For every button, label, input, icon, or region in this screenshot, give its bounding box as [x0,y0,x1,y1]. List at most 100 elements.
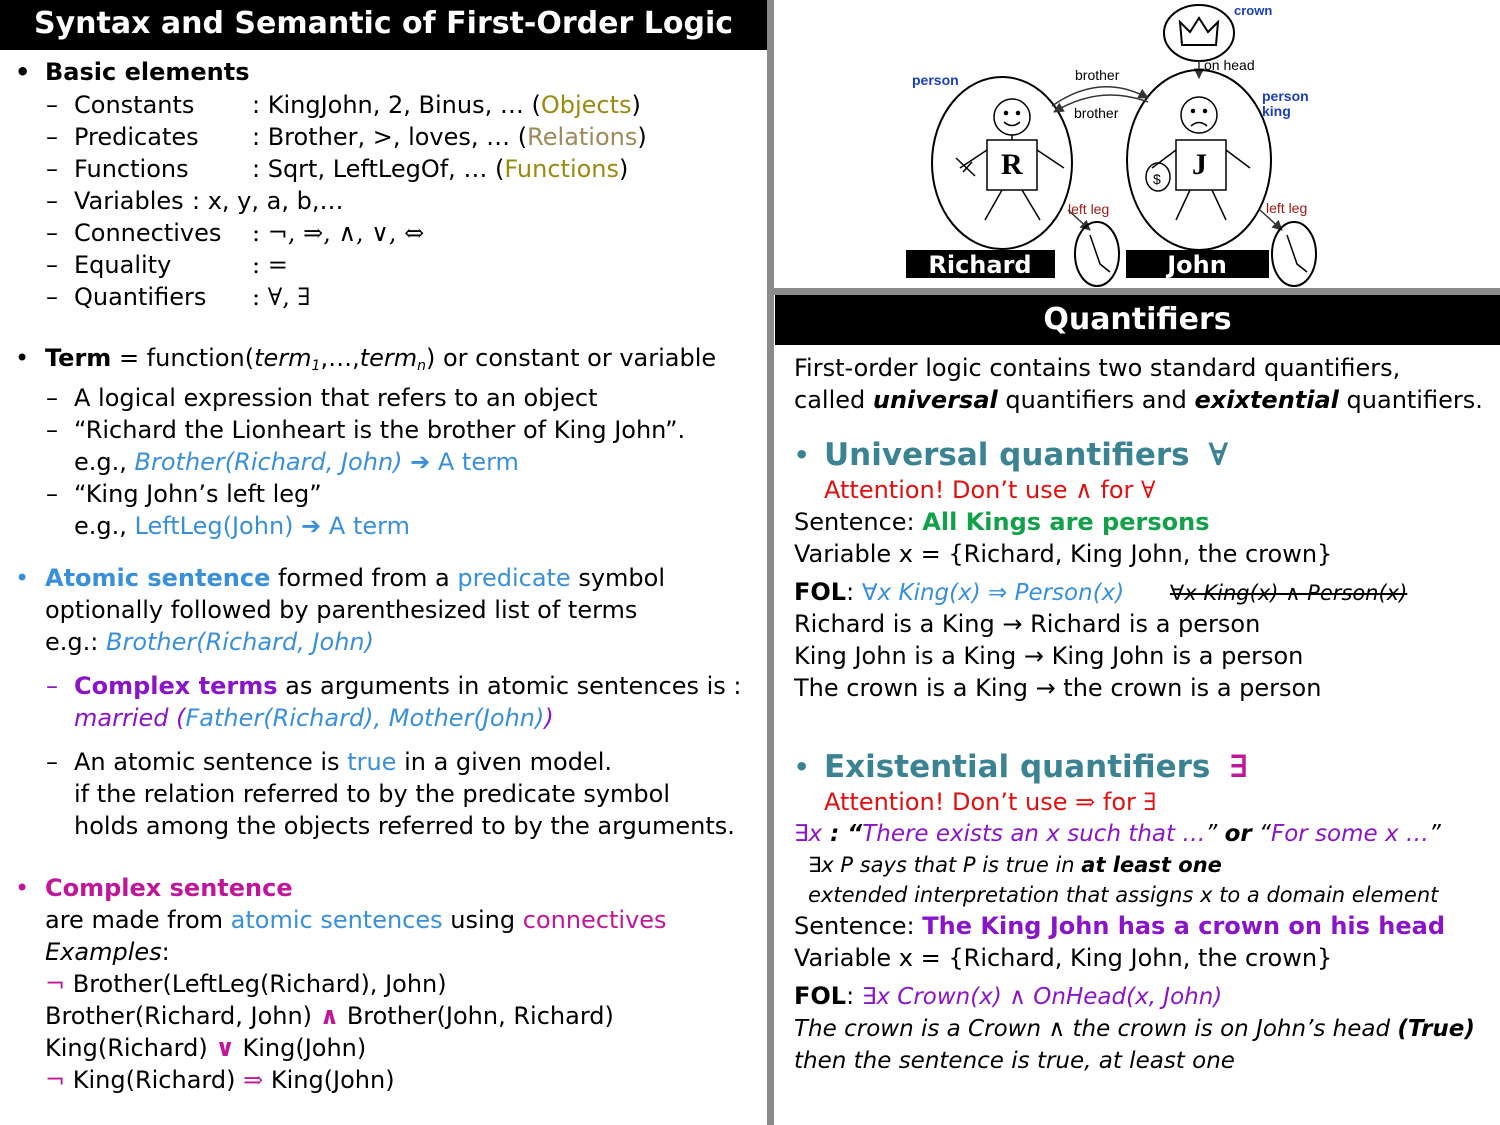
basic-element-text: : x, y, a, b,… [192,187,344,215]
atomic-true-line-3: holds among the objects referred to by t… [74,812,735,840]
quant-intro-2a: called [794,386,873,414]
term-eg1-expr: Brother(Richard, John) [134,448,403,476]
basic-element-text: : Sqrt, LeftLegOf, … ( [252,155,505,183]
king-label-right: king [1262,103,1291,119]
complex-example-4a: King(Richard) [65,1066,244,1094]
quant-intro-1: First-order logic contains two standard … [794,354,1401,382]
basic-element-label: Equality [74,251,172,279]
complex-example-2a: Brother(Richard, John) [45,1002,320,1030]
term-def-term1: term [254,344,312,372]
basic-heading: Basic elements [45,58,250,86]
dash: – [46,384,58,412]
existential-reason-1: The crown is a Crown ∧ the crown is on J… [794,1016,1398,1042]
complex-l1-connectives: connectives [522,906,667,934]
atomic-true-line-2: if the relation referred to by the predi… [74,780,671,808]
basic-element-text: : ¬, ⇒, ∧, ∨, ⇔ [252,219,425,247]
bullet: • [15,58,31,86]
brother-label-bottom: brother [1074,105,1119,121]
term-line-3: “King John’s left leg” [74,480,322,508]
term-eg1-arrow: ➔ A term [402,448,519,476]
basic-element-row: – Variables: x, y, a, b,… [46,185,647,217]
complex-terms-close: ) [544,704,554,732]
universal-variable: Variable x = {Richard, King John, the cr… [794,540,1333,568]
dash: – [46,187,58,215]
existential-variable: Variable x = {Richard, King John, the cr… [794,944,1333,972]
brother-arrow-top [1051,86,1149,107]
atomic-line-2: optionally followed by parenthesized lis… [45,596,638,624]
bullet: • [15,564,30,592]
dash: – [46,91,58,119]
quant-intro-2c: quantifiers. [1338,386,1483,414]
or-symbol: ∨ [215,1033,235,1062]
basic-element-text: : KingJohn, 2, Binus, … ( [252,91,541,119]
crown-circle [1163,4,1235,62]
complex-l1-atomic: atomic sentences [230,906,443,934]
universal-sentence-label: Sentence: [794,508,923,536]
basic-element-row: – Constants: KingJohn, 2, Binus, … (Objec… [46,89,647,121]
universal-fol-label: FOL [794,578,847,606]
exists-symbol: ∃ [1143,788,1157,816]
basic-element-row: – Functions: Sqrt, LeftLegOf, … (Function… [46,153,647,185]
basic-element-close: ) [631,91,641,119]
letter-r: R [1001,148,1023,181]
bullet: • [794,441,810,469]
universal-fol-colon: : [846,578,855,606]
existential-def-q1: There exists an x such that … [862,821,1206,847]
complex-l1-a: are made from [45,906,231,934]
complex-examples-colon: : [161,938,170,966]
basic-element-label: Functions [74,155,189,183]
term-eg2-prefix: e.g., [74,512,135,540]
and-symbol: ∧ [1075,476,1093,504]
atomic-true-a: An atomic sentence is [74,748,348,776]
basic-heading-row: • Basic elements [15,56,250,88]
term-eg2-arrow: ➔ A term [293,512,410,540]
existential-sentence-label: Sentence: [794,912,923,940]
quantifiers-title: Quantifiers [775,295,1500,345]
dash: – [46,155,58,183]
crown-icon [1178,16,1220,46]
existential-attention-for: for [1095,788,1144,816]
complex-terms-heading: Complex terms [74,672,278,700]
existential-def-colon: : “ [822,821,863,847]
dash: – [46,416,58,444]
complex-example-3a: King(Richard) [45,1034,216,1062]
complex-section: • Complex sentence are made from atomic … [15,872,667,1096]
bullet: • [15,344,30,372]
basic-element-row: – Predicates: Brother, >, loves, … (Relat… [46,121,647,153]
existential-extended: extended interpretation that assigns x t… [808,883,1439,907]
term-heading: Term [45,344,112,372]
existential-def-or: or [1224,821,1252,847]
basic-element-text: : ∀, ∃ [252,283,311,311]
person-label-right: person [1262,88,1309,104]
and-symbol: ∧ [319,1001,340,1030]
complex-example-1: Brother(LeftLeg(Richard), John) [65,970,447,998]
john-name: John [1165,251,1227,279]
term-line-1: A logical expression that refers to an o… [74,384,598,412]
money-bag-icon: $ [1153,171,1161,187]
universal-attention: Attention! Don’t use [824,476,1076,504]
universal-sentence: All Kings are persons [922,508,1210,536]
basic-element-row: – Quantifiers: ∀, ∃ [46,281,647,313]
not-symbol: ¬ [45,970,66,998]
complex-examples-label: Examples [45,938,162,966]
complex-example-3b: King(John) [234,1034,367,1062]
universal-fol-wrong: ∀x King(x) ∧ Person(x) [1169,581,1408,605]
dash: – [46,251,58,279]
term-subn: n [417,358,426,374]
dash: – [46,283,58,311]
basic-element-label: Constants [74,91,195,119]
universal-attention-for: for [1092,476,1142,504]
quant-existential-word: exixtential [1194,386,1339,414]
leg-icon-1 [1089,234,1111,273]
existential-fol-label: FOL [794,982,847,1010]
basic-element-label: Connectives [74,219,222,247]
atomic-section: • Atomic sentence formed from a predicat… [15,562,742,842]
existential-says: ∃x P says that P is true in [808,853,1082,877]
existential-sentence: The King John has a crown on his head [922,912,1446,940]
term-def-mid: ,…, [320,344,360,372]
existential-fol-colon: : [846,982,855,1010]
richard-name: Richard [928,251,1031,279]
left-leg-label-2: left leg [1266,200,1307,216]
column-divider [767,0,774,1125]
basic-elements-list: – Constants: KingJohn, 2, Binus, … (Objec… [46,89,647,313]
